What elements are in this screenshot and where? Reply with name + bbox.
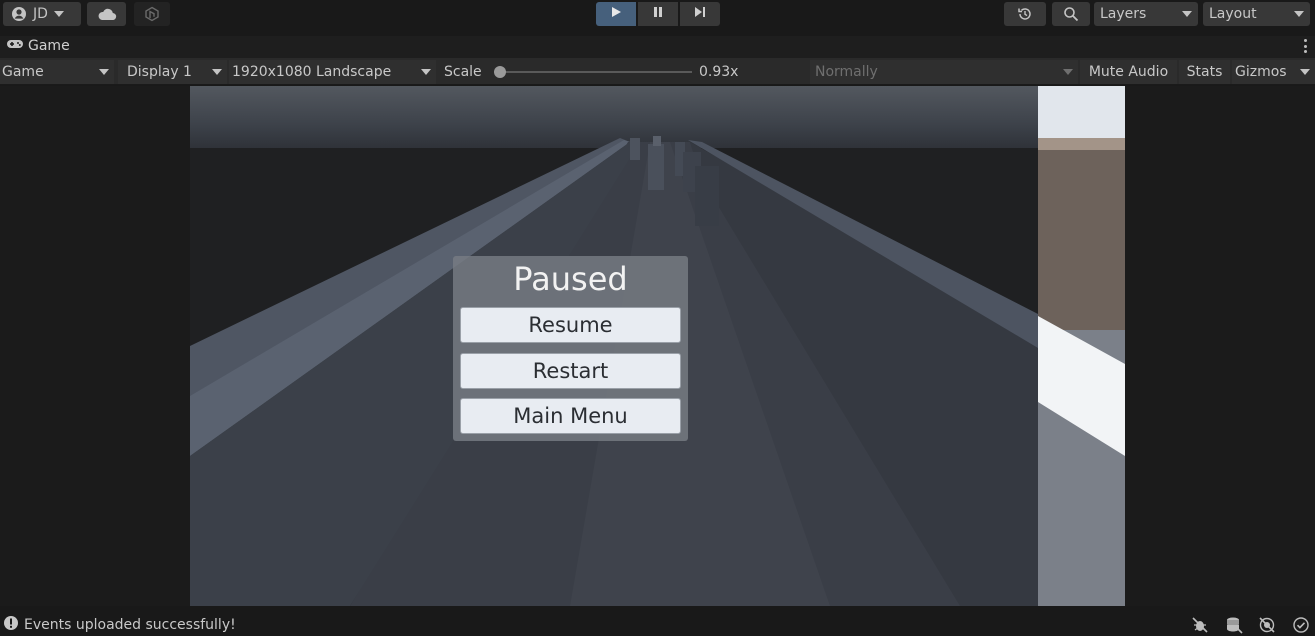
chevron-down-icon: [421, 69, 431, 75]
gizmos-dropdown[interactable]: Gizmos: [1232, 60, 1315, 84]
gamepad-icon: [6, 38, 24, 54]
main-toolbar: JD Layers Layout: [0, 0, 1315, 28]
account-dropdown[interactable]: JD: [3, 2, 81, 26]
search-icon: [1063, 6, 1079, 22]
layers-dropdown[interactable]: Layers: [1094, 2, 1198, 26]
main-menu-button[interactable]: Main Menu: [460, 398, 681, 434]
info-icon: [3, 615, 19, 635]
playmode-controls: [596, 2, 720, 26]
pause-title: Paused: [513, 260, 628, 298]
pause-menu: Paused Resume Restart Main Menu: [453, 256, 688, 441]
status-message[interactable]: Events uploaded successfully!: [3, 615, 236, 635]
gizmos-label: Gizmos: [1235, 64, 1287, 80]
chevron-down-icon: [1182, 11, 1192, 17]
chevron-down-icon: [53, 11, 64, 17]
mute-audio-label: Mute Audio: [1088, 64, 1169, 80]
cloud-icon: [97, 7, 117, 21]
play-button[interactable]: [596, 2, 636, 26]
resolution-label: 1920x1080 Landscape: [232, 64, 392, 80]
account-label: JD: [33, 6, 48, 22]
step-icon: [694, 6, 706, 22]
chevron-down-icon: [1294, 11, 1304, 17]
tab-game[interactable]: Game: [6, 38, 70, 54]
view-mode-label: Game: [2, 64, 44, 80]
resolution-dropdown[interactable]: 1920x1080 Landscape: [229, 60, 436, 84]
status-bar: Events uploaded successfully!: [0, 612, 1315, 636]
play-icon: [610, 6, 622, 22]
scale-slider-handle[interactable]: [494, 66, 506, 78]
game-view-controls: Game Display 1 1920x1080 Landscape Scale…: [0, 58, 1315, 85]
search-button[interactable]: [1052, 2, 1090, 26]
pause-icon: [652, 6, 664, 22]
stats-button[interactable]: Stats: [1179, 60, 1230, 84]
scale-slider-track[interactable]: [500, 71, 692, 73]
auto-generate-lighting-icon[interactable]: [1258, 616, 1276, 634]
debug-bug-icon[interactable]: [1191, 616, 1209, 634]
display-dropdown[interactable]: Display 1: [118, 60, 227, 84]
stats-label: Stats: [1186, 64, 1223, 80]
check-circle-icon[interactable]: [1292, 616, 1310, 634]
scale-value: 0.93x: [699, 64, 739, 80]
layers-label: Layers: [1100, 6, 1147, 22]
collab-button[interactable]: [134, 2, 170, 26]
layout-label: Layout: [1209, 6, 1257, 22]
restart-button[interactable]: Restart: [460, 353, 681, 389]
cache-server-icon[interactable]: [1225, 616, 1243, 634]
history-icon: [1017, 6, 1033, 22]
tab-game-label: Game: [28, 38, 70, 54]
step-button[interactable]: [680, 2, 720, 26]
view-mode-dropdown[interactable]: Game: [0, 60, 114, 84]
play-mode-label: Normally: [815, 64, 878, 80]
chevron-down-icon: [1300, 69, 1310, 75]
mute-audio-button[interactable]: Mute Audio: [1080, 60, 1177, 84]
game-tab-bar: Game: [0, 36, 1315, 58]
account-icon: [11, 6, 27, 22]
scale-label: Scale: [444, 64, 482, 80]
chevron-down-icon: [1063, 69, 1073, 75]
scale-control: Scale 0.93x: [438, 60, 806, 84]
play-mode-dropdown[interactable]: Normally: [810, 60, 1078, 84]
undo-history-button[interactable]: [1004, 2, 1046, 26]
chevron-down-icon: [212, 69, 222, 75]
status-text: Events uploaded successfully!: [24, 617, 236, 633]
pause-button[interactable]: [638, 2, 678, 26]
chevron-down-icon: [99, 69, 109, 75]
more-options-icon[interactable]: [1303, 39, 1307, 53]
layout-dropdown[interactable]: Layout: [1203, 2, 1310, 26]
collab-icon: [144, 6, 160, 22]
cloud-button[interactable]: [87, 2, 126, 26]
resume-button[interactable]: Resume: [460, 307, 681, 343]
display-label: Display 1: [127, 64, 192, 80]
